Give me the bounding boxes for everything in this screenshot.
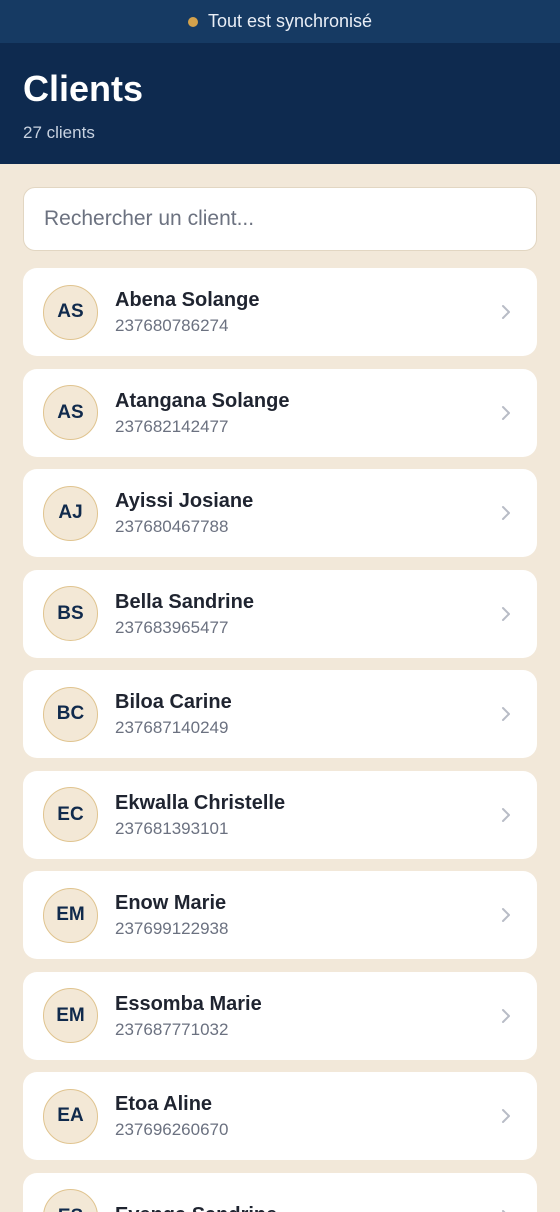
chevron-right-icon (495, 1005, 517, 1027)
client-info: Evenga Sandrine (115, 1203, 495, 1212)
chevron-right-icon (495, 804, 517, 826)
client-name: Etoa Aline (115, 1093, 213, 1115)
sync-status-bar: Tout est synchronisé (0, 0, 560, 43)
client-name: Ekwalla Christelle (115, 791, 286, 814)
client-card[interactable]: AS Abena Solange 237680786274 (23, 268, 537, 356)
client-phone: 237696260670 (115, 1120, 229, 1139)
chevron-right-icon (495, 301, 517, 323)
client-card[interactable]: AJ Ayissi Josiane 237680467788 (23, 469, 537, 557)
page-header: Clients 27 clients (0, 43, 560, 164)
sync-status-text: Tout est synchronisé (207, 11, 373, 31)
client-name: Evenga Sandrine (115, 1203, 495, 1212)
avatar: AS (43, 284, 98, 340)
client-name: Abena Solange (115, 289, 260, 311)
chevron-right-icon (495, 703, 517, 725)
client-card[interactable]: EC Ekwalla Christelle 237681393101 (23, 770, 537, 859)
client-name: Enow Marie (115, 892, 227, 914)
avatar: ES (43, 1189, 98, 1212)
avatar: BS (43, 586, 98, 641)
client-info: Essomba Marie 237687771032 (115, 992, 495, 1040)
client-name: Bella Sandrine (115, 590, 254, 613)
avatar: AJ (43, 485, 98, 541)
client-info: Ayissi Josiane 237680467788 (115, 489, 495, 537)
client-phone: 237687771032 (115, 1019, 229, 1039)
chevron-right-icon (495, 904, 517, 926)
client-phone: 237699122938 (115, 919, 229, 938)
client-info: Bella Sandrine 237683965477 (115, 590, 495, 638)
client-phone: 237683965477 (115, 617, 229, 637)
chevron-right-icon (495, 603, 517, 625)
search-input[interactable] (23, 187, 537, 251)
client-card[interactable]: BS Bella Sandrine 237683965477 (23, 569, 537, 658)
avatar: EM (43, 988, 98, 1043)
avatar: BC (43, 686, 98, 742)
client-card[interactable]: EM Enow Marie 237699122938 (23, 871, 537, 959)
avatar: EM (43, 887, 98, 943)
client-phone: 237687140249 (115, 718, 229, 737)
client-count: 27 clients (23, 123, 95, 142)
main-content: AS Abena Solange 237680786274 AS Atangan… (0, 164, 560, 1212)
client-info: Atangana Solange 237682142477 (115, 389, 495, 437)
chevron-right-icon (495, 402, 517, 424)
client-card[interactable]: EA Etoa Aline 237696260670 (23, 1072, 537, 1160)
client-info: Abena Solange 237680786274 (115, 288, 495, 336)
client-card[interactable]: BC Biloa Carine 237687140249 (23, 670, 537, 758)
chevron-right-icon (495, 1105, 517, 1127)
client-card[interactable]: ES Evenga Sandrine (23, 1172, 537, 1212)
client-info: Enow Marie 237699122938 (115, 891, 495, 939)
client-phone: 237681393101 (115, 818, 229, 838)
client-card[interactable]: AS Atangana Solange 237682142477 (23, 368, 537, 457)
client-phone: 237682142477 (115, 416, 229, 436)
avatar: EC (43, 787, 98, 842)
sync-status-dot-icon (187, 16, 198, 27)
client-list: AS Abena Solange 237680786274 AS Atangan… (23, 268, 537, 1212)
chevron-right-icon (495, 502, 517, 524)
chevron-right-icon (495, 1206, 517, 1212)
client-name: Atangana Solange (115, 389, 290, 412)
client-name: Ayissi Josiane (115, 490, 254, 512)
client-info: Biloa Carine 237687140249 (115, 690, 495, 738)
client-info: Etoa Aline 237696260670 (115, 1092, 495, 1140)
avatar: EA (43, 1088, 98, 1144)
client-card[interactable]: EM Essomba Marie 237687771032 (23, 971, 537, 1060)
client-phone: 237680467788 (115, 517, 229, 536)
client-phone: 237680786274 (115, 316, 229, 335)
client-info: Ekwalla Christelle 237681393101 (115, 791, 495, 839)
client-name: Essomba Marie (115, 992, 262, 1015)
client-name: Biloa Carine (115, 691, 232, 713)
page-title: Clients (23, 68, 144, 109)
avatar: AS (43, 385, 98, 440)
